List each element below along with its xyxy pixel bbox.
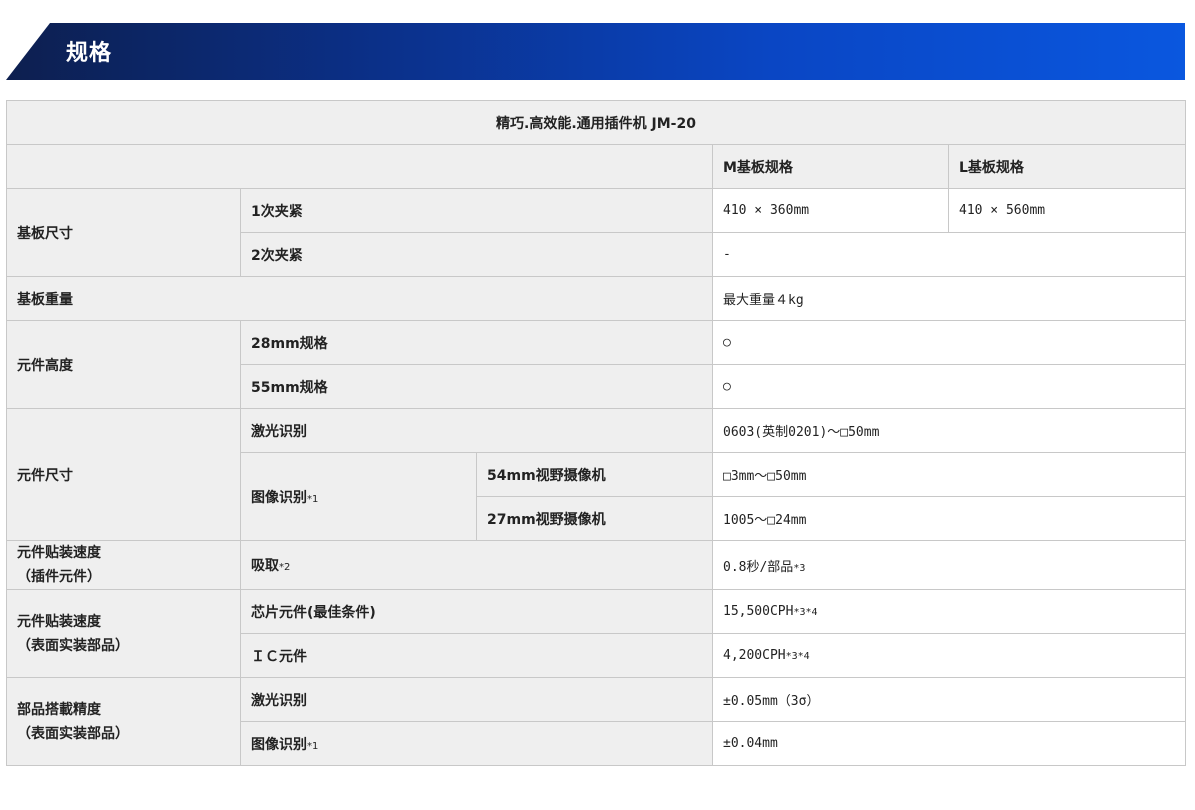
value-ic: 4,200CPH*3*4: [711, 633, 1187, 678]
value-laser-size: 0603(英制0201)～□50mm: [711, 408, 1187, 453]
row-label-comp-height: 元件高度: [6, 320, 241, 409]
pickup-value: 0.8秒/部品: [723, 559, 794, 575]
footnote-mark: *1: [307, 740, 319, 752]
label-line2: （表面实装部品）: [17, 637, 129, 654]
spec-table: 精巧.高效能.通用插件机 JM-20 M基板规格 L基板规格 基板尺寸 1次夹紧…: [5, 100, 1187, 766]
footnote-mark: *2: [279, 562, 291, 573]
value-28mm: ○: [711, 320, 1187, 365]
table-row: 基板尺寸 1次夹紧 410 × 360mm 410 × 560mm: [6, 188, 1187, 277]
sub-label-ic: ＩＣ元件: [240, 633, 713, 678]
table-row: 元件贴装速度 （表面实装部品） 芯片元件(最佳条件) 15,500CPH*3*4: [6, 589, 1187, 678]
section-title: 规格: [66, 41, 113, 66]
footnote-mark: *3: [793, 562, 806, 574]
accuracy-image-label: 图像识别: [251, 736, 307, 753]
value-55mm: ○: [711, 364, 1187, 409]
value-accuracy-laser: ±0.05mm（3σ）: [711, 677, 1187, 722]
sub-label-accuracy-image: 图像识别*1: [240, 721, 713, 766]
sub-label-image: 图像识别*1: [240, 452, 477, 541]
value-cam27: 1005～□24mm: [711, 496, 1187, 541]
sub-label-pickup: 吸取*2: [240, 540, 713, 590]
row-label-speed-insert: 元件贴装速度 （插件元件）: [6, 540, 241, 590]
table-row: 元件贴装速度 （插件元件） 吸取*2 0.8秒/部品*3: [6, 540, 1187, 590]
row-label-speed-smt: 元件贴装速度 （表面实装部品）: [6, 589, 241, 678]
label-line2: （插件元件）: [17, 569, 101, 585]
row-label-board-weight: 基板重量: [6, 276, 713, 321]
row-label-comp-size: 元件尺寸: [6, 408, 241, 541]
label-line1: 元件贴装速度: [17, 545, 101, 561]
sub-label-accuracy-laser: 激光识别: [240, 677, 713, 722]
value-clamp2: -: [711, 232, 1187, 277]
value-pickup: 0.8秒/部品*3: [711, 540, 1187, 590]
section-banner: 规格: [6, 23, 1185, 80]
label-line1: 部品搭載精度: [17, 701, 101, 718]
value-accuracy-image: ±0.04mm: [711, 721, 1187, 766]
label-line1: 元件贴装速度: [17, 613, 101, 630]
table-row: 部品搭載精度 （表面实装部品） 激光识别 ±0.05mm（3σ）: [6, 677, 1187, 766]
sub-label-clamp2: 2次夹紧: [240, 232, 713, 277]
pickup-label: 吸取: [251, 558, 279, 574]
footnote-mark: *3*4: [793, 607, 818, 618]
footnote-mark: *3*4: [785, 651, 810, 662]
ic-value: 4,200CPH: [723, 648, 786, 663]
table-row: M基板规格 L基板规格: [6, 144, 1187, 189]
sub-label-cam54: 54mm视野摄像机: [476, 452, 713, 497]
table-title: 精巧.高效能.通用插件机 JM-20: [5, 100, 1187, 145]
row-label-board-size: 基板尺寸: [6, 188, 241, 277]
footnote-mark: *1: [307, 493, 319, 505]
value-chip: 15,500CPH*3*4: [711, 589, 1187, 634]
row-label-accuracy: 部品搭載精度 （表面实装部品）: [6, 677, 241, 766]
value-board-weight: 最大重量４kg: [711, 276, 1187, 321]
column-header-m: M基板规格: [712, 144, 949, 189]
sub-label-clamp1: 1次夹紧: [240, 188, 713, 233]
table-row: 基板重量 最大重量４kg: [6, 276, 1187, 321]
label-line2: （表面实装部品）: [17, 725, 129, 742]
sub-label-chip: 芯片元件(最佳条件): [240, 589, 713, 634]
table-row: 元件尺寸 激光识别 0603(英制0201)～□50mm: [6, 408, 1187, 541]
chip-value: 15,500CPH: [723, 604, 794, 619]
table-row: 元件高度 28mm规格 ○: [6, 320, 1187, 409]
value-clamp1-l: 410 × 560mm: [947, 188, 1187, 233]
sub-label-laser: 激光识别: [240, 408, 713, 453]
image-recognition-label: 图像识别: [251, 489, 307, 506]
value-clamp1-m: 410 × 360mm: [712, 188, 949, 233]
table-row: 精巧.高效能.通用插件机 JM-20: [5, 100, 1187, 145]
column-header-l: L基板规格: [947, 144, 1187, 189]
sub-label-cam27: 27mm视野摄像机: [476, 496, 713, 541]
sub-label-28mm: 28mm规格: [240, 320, 713, 365]
sub-label-55mm: 55mm规格: [240, 364, 713, 409]
value-cam54: □3mm～□50mm: [711, 452, 1187, 497]
header-empty-cell: [6, 144, 713, 189]
